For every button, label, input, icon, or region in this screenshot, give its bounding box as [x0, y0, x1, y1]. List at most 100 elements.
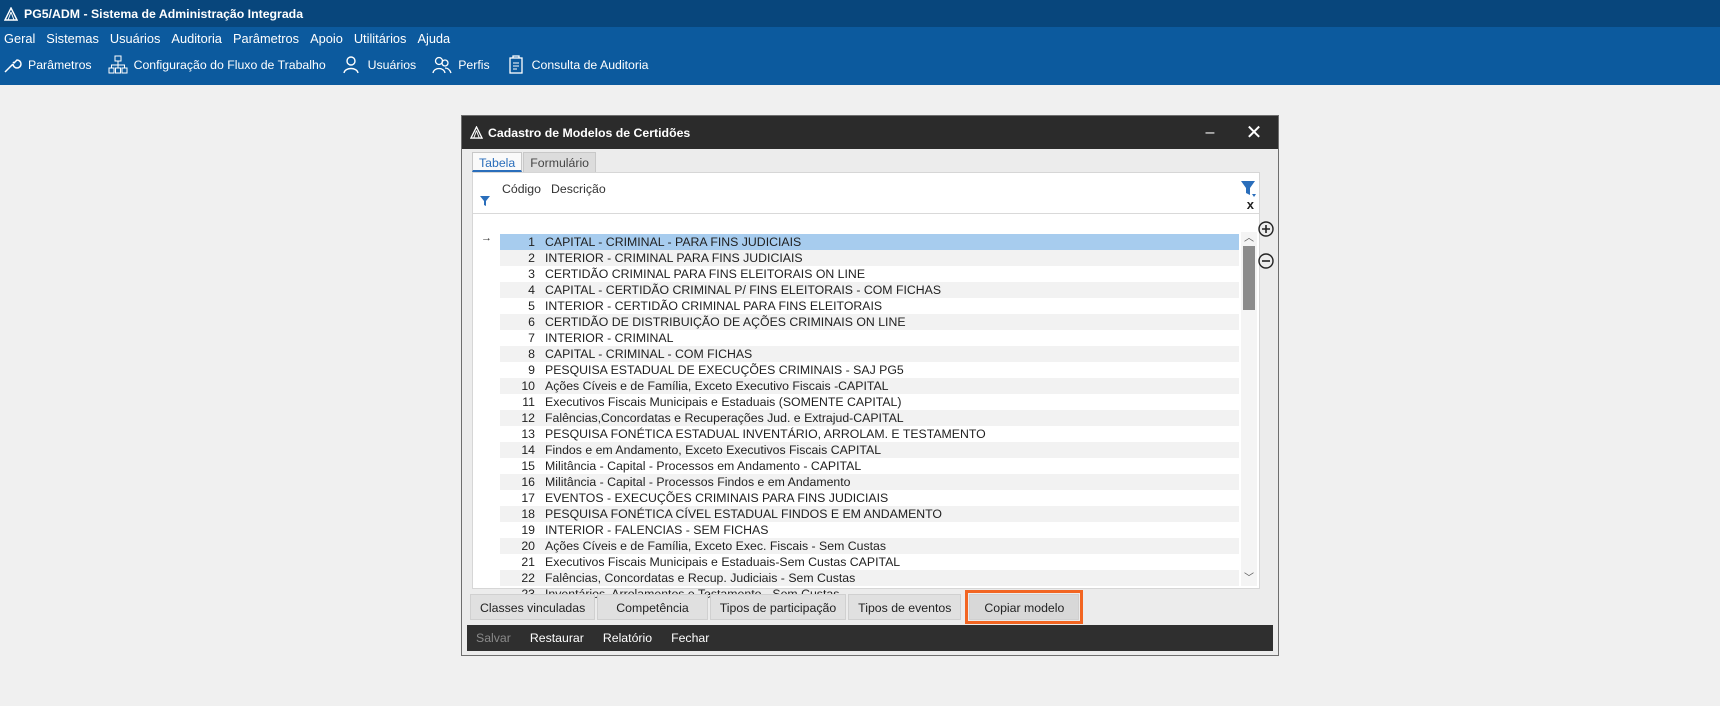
table-row[interactable]: 6 CERTIDÃO DE DISTRIBUIÇÃO DE AÇÕES CRIMI…: [500, 314, 1239, 330]
table-row[interactable]: 14 Findos e em Andamento, Exceto Executiv…: [500, 442, 1239, 458]
tab-tipos-participacao[interactable]: Tipos de participação: [709, 594, 847, 620]
row-description: Falências, Concordatas e Recup. Judiciai…: [545, 571, 856, 585]
table-row[interactable]: 1 CAPITAL - CRIMINAL - PARA FINS JUDICIAI…: [500, 234, 1239, 250]
menu-bar: Geral Sistemas Usuários Auditoria Parâme…: [0, 27, 457, 49]
table-row[interactable]: 11 Executivos Fiscais Municipais e Estadu…: [500, 394, 1239, 410]
table-row[interactable]: 2 INTERIOR - CRIMINAL PARA FINS JUDICIAIS: [500, 250, 1239, 266]
filter-icon[interactable]: [480, 196, 490, 206]
menu-auditoria[interactable]: Auditoria: [167, 31, 226, 46]
menu-utilitarios[interactable]: Utilitários: [350, 31, 411, 46]
tab-formulario[interactable]: Formulário: [523, 152, 597, 172]
toolbar-label: Perfis: [458, 58, 490, 72]
view-tabs: Tabela Formulário: [472, 152, 597, 172]
scroll-thumb[interactable]: [1243, 246, 1255, 310]
row-code: 10: [521, 379, 535, 393]
vertical-scrollbar[interactable]: ︿ ﹀: [1241, 232, 1257, 586]
table-row[interactable]: 19 INTERIOR - FALENCIAS - SEM FICHAS: [500, 522, 1239, 538]
row-code: 15: [521, 459, 535, 473]
clear-filter-button[interactable]: x: [1247, 197, 1254, 212]
table-row[interactable]: 12 Falências,Concordatas e Recuperações J…: [500, 410, 1239, 426]
table-row[interactable]: 15 Militância - Capital - Processos em An…: [500, 458, 1239, 474]
restaurar-button[interactable]: Restaurar: [530, 631, 584, 645]
table-row[interactable]: 22 Falências, Concordatas e Recup. Judici…: [500, 570, 1239, 586]
relatorio-button[interactable]: Relatório: [603, 631, 652, 645]
row-description: INTERIOR - CERTIDÃO CRIMINAL PARA FINS E…: [545, 299, 883, 313]
close-button[interactable]: ✕: [1232, 116, 1276, 149]
row-description: CERTIDÃO DE DISTRIBUIÇÃO DE AÇÕES CRIMIN…: [545, 315, 906, 329]
table-row[interactable]: 4 CAPITAL - CERTIDÃO CRIMINAL P/ FINS ELE…: [500, 282, 1239, 298]
menu-sistemas[interactable]: Sistemas: [42, 31, 103, 46]
row-description: Militância - Capital - Processos Findos …: [545, 475, 851, 489]
toolbar-label: Parâmetros: [28, 58, 92, 72]
column-header-descricao[interactable]: Descrição: [551, 182, 606, 196]
table-row[interactable]: 8 CAPITAL - CRIMINAL - COM FICHAS: [500, 346, 1239, 362]
table-row[interactable]: 10 Ações Cíveis e de Família, Exceto Exec…: [500, 378, 1239, 394]
tab-competencia[interactable]: Competência: [597, 594, 708, 620]
dialog-title-bar[interactable]: Cadastro de Modelos de Certidões: [462, 116, 1278, 149]
row-description: Executivos Fiscais Municipais e Estaduai…: [545, 395, 902, 409]
row-code: 3: [528, 267, 535, 281]
menu-usuarios[interactable]: Usuários: [106, 31, 165, 46]
row-code: 14: [521, 443, 535, 457]
table-row[interactable]: 17 EVENTOS - EXECUÇÕES CRIMINAIS PARA FIN…: [500, 490, 1239, 506]
toolbar-usuarios-button[interactable]: Usuários: [340, 55, 417, 75]
row-code: 17: [521, 491, 535, 505]
table-row[interactable]: 7 INTERIOR - CRIMINAL: [500, 330, 1239, 346]
table-row[interactable]: 13 PESQUISA FONÉTICA ESTADUAL INVENTÁRIO,…: [500, 426, 1239, 442]
row-description: Ações Cíveis e de Família, Exceto Exec. …: [545, 539, 887, 553]
detail-tabs: Classes vinculadas Competência Tipos de …: [470, 590, 1084, 624]
tab-classes-vinculadas[interactable]: Classes vinculadas: [470, 594, 596, 620]
minimize-button[interactable]: –: [1188, 116, 1232, 149]
column-header-codigo[interactable]: Código: [502, 182, 541, 196]
add-record-icon[interactable]: [1257, 220, 1275, 238]
table-row[interactable]: 16 Militância - Capital - Processos Findo…: [500, 474, 1239, 490]
menu-apoio[interactable]: Apoio: [306, 31, 347, 46]
row-code: 7: [528, 331, 535, 345]
table-row[interactable]: 18 PESQUISA FONÉTICA CÍVEL ESTADUAL FINDO…: [500, 506, 1239, 522]
scroll-down-icon[interactable]: ﹀: [1241, 572, 1257, 586]
tab-tabela[interactable]: Tabela: [472, 152, 523, 172]
table-body: 1 CAPITAL - CRIMINAL - PARA FINS JUDICIAI…: [500, 234, 1239, 602]
toolbar: Parâmetros Configuração do Fluxo de Trab…: [0, 51, 663, 79]
toolbar-label: Usuários: [367, 58, 417, 72]
toolbar-fluxo-button[interactable]: Configuração do Fluxo de Trabalho: [106, 55, 326, 75]
row-code: 5: [528, 299, 535, 313]
tab-tipos-eventos[interactable]: Tipos de eventos: [848, 594, 962, 620]
wrench-icon: [4, 59, 22, 73]
filter-options-icon[interactable]: [1241, 180, 1257, 198]
toolbar-auditoria-button[interactable]: Consulta de Auditoria: [504, 55, 649, 75]
row-code: 9: [528, 363, 535, 377]
row-code: 16: [521, 475, 535, 489]
toolbar-parametros-button[interactable]: Parâmetros: [0, 55, 92, 75]
row-description: Executivos Fiscais Municipais e Estaduai…: [545, 555, 901, 569]
menu-parametros[interactable]: Parâmetros: [229, 31, 303, 46]
row-description: CAPITAL - CERTIDÃO CRIMINAL P/ FINS ELEI…: [545, 283, 942, 297]
app-header: PG5/ADM - Sistema de Administração Integ…: [0, 0, 1720, 85]
remove-record-icon[interactable]: [1257, 252, 1275, 270]
row-code: 4: [528, 283, 535, 297]
menu-ajuda[interactable]: Ajuda: [413, 31, 454, 46]
table-row[interactable]: 5 INTERIOR - CERTIDÃO CRIMINAL PARA FINS …: [500, 298, 1239, 314]
toolbar-perfis-button[interactable]: Perfis: [430, 55, 490, 75]
row-code: 20: [521, 539, 535, 553]
copiar-modelo-button[interactable]: Copiar modelo: [965, 590, 1084, 624]
app-title-bar: PG5/ADM - Sistema de Administração Integ…: [0, 0, 1720, 27]
row-description: EVENTOS - EXECUÇÕES CRIMINAIS PARA FINS …: [545, 491, 889, 505]
row-code: 2: [528, 251, 535, 265]
dialog-title: Cadastro de Modelos de Certidões: [488, 125, 691, 140]
row-code: 22: [521, 571, 535, 585]
audit-icon: [508, 55, 523, 74]
fechar-button[interactable]: Fechar: [671, 631, 709, 645]
row-description: CAPITAL - CRIMINAL - COM FICHAS: [545, 347, 753, 361]
app-logo-icon: [470, 126, 483, 139]
table-row[interactable]: 20 Ações Cíveis e de Família, Exceto Exec…: [500, 538, 1239, 554]
toolbar-label: Configuração do Fluxo de Trabalho: [133, 58, 326, 72]
menu-geral[interactable]: Geral: [0, 31, 39, 46]
salvar-button[interactable]: Salvar: [476, 631, 511, 645]
row-code: 8: [528, 347, 535, 361]
scroll-up-icon[interactable]: ︿: [1241, 232, 1257, 246]
table-row[interactable]: 9 PESQUISA ESTADUAL DE EXECUÇÕES CRIMINAI…: [500, 362, 1239, 378]
table-row[interactable]: 21 Executivos Fiscais Municipais e Estadu…: [500, 554, 1239, 570]
row-code: 6: [528, 315, 535, 329]
table-row[interactable]: 3 CERTIDÃO CRIMINAL PARA FINS ELEITORAIS …: [500, 266, 1239, 282]
